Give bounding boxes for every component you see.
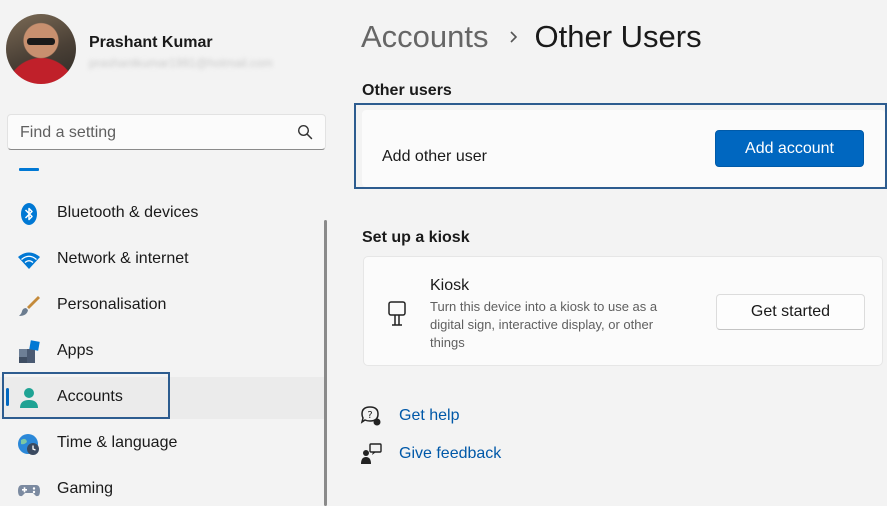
sidebar-scrollbar[interactable]: [324, 220, 327, 506]
search-input[interactable]: Find a setting: [20, 124, 116, 142]
sidebar-item-label: Personalisation: [57, 296, 167, 313]
chevron-right-icon: [509, 31, 517, 43]
section-title-other-users: Other users: [362, 82, 452, 99]
sidebar-item-label: Gaming: [57, 480, 114, 497]
sidebar-item-label: Apps: [57, 342, 94, 359]
paintbrush-icon: [19, 296, 40, 316]
avatar: [6, 14, 76, 84]
gamepad-icon: [18, 485, 40, 497]
kiosk-card: Kiosk Turn this device into a kiosk to u…: [363, 256, 883, 366]
get-help-label[interactable]: Get help: [399, 407, 459, 425]
accounts-highlight-box: [2, 372, 170, 419]
sidebar-item-gaming[interactable]: Gaming: [0, 469, 326, 506]
sidebar-item-label: Time & language: [57, 434, 178, 451]
kiosk-title: Kiosk: [430, 277, 470, 294]
section-title-kiosk: Set up a kiosk: [362, 229, 470, 246]
sidebar-item-time-language[interactable]: Time & language: [0, 423, 326, 465]
kiosk-description: Turn this device into a kiosk to use as …: [430, 299, 658, 350]
search-box[interactable]: Find a setting: [7, 114, 326, 150]
get-help-icon: ?: [360, 406, 381, 426]
svg-text:?: ?: [367, 410, 372, 421]
sidebar-item-bluetooth[interactable]: Bluetooth & devices: [0, 193, 326, 235]
sidebar: Prashant Kumar prashantkumar1991@hotmail…: [0, 0, 340, 506]
page-title: Other Users: [534, 19, 702, 54]
give-feedback-label[interactable]: Give feedback: [399, 445, 501, 463]
user-profile[interactable]: Prashant Kumar prashantkumar1991@hotmail…: [6, 14, 336, 86]
sidebar-item-network[interactable]: Network & internet: [0, 239, 326, 281]
bluetooth-icon: [21, 203, 37, 225]
sidebar-item-label: Bluetooth & devices: [57, 204, 199, 221]
system-icon: [19, 168, 39, 171]
sidebar-item-apps[interactable]: Apps: [0, 331, 326, 373]
breadcrumb-parent[interactable]: Accounts: [361, 19, 489, 54]
kiosk-icon: [388, 301, 406, 326]
apps-icon: [19, 340, 40, 363]
search-icon[interactable]: [297, 124, 313, 140]
feedback-icon: [361, 443, 382, 464]
get-started-button[interactable]: Get started: [716, 294, 865, 330]
sidebar-item-label: Network & internet: [57, 250, 189, 267]
sidebar-item-personalisation[interactable]: Personalisation: [0, 285, 326, 327]
main-content: Accounts Other Users Other users Add othe…: [340, 0, 887, 506]
breadcrumb: Accounts Other Users: [361, 19, 702, 59]
wifi-icon: [18, 252, 40, 269]
globe-clock-icon: [18, 434, 39, 455]
add-account-button[interactable]: Add account: [715, 130, 864, 167]
add-other-user-label: Add other user: [382, 148, 487, 165]
profile-name: Prashant Kumar: [89, 34, 213, 51]
profile-email: prashantkumar1991@hotmail.com: [89, 56, 273, 70]
